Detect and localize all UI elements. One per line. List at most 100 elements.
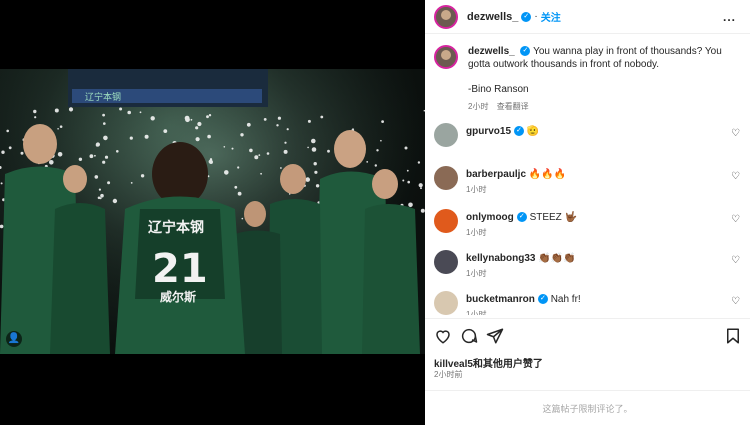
crowd-light	[59, 125, 63, 128]
share-icon[interactable]	[486, 327, 504, 345]
crowd-light	[140, 174, 145, 178]
caption-username[interactable]: dezwells_	[468, 46, 515, 57]
crowd-light	[258, 154, 261, 156]
verified-badge-icon: ✓	[514, 126, 525, 137]
comment-time: 1小时	[466, 310, 487, 315]
comment-username[interactable]: onlymoog	[466, 212, 514, 223]
post-caption: dezwells_ ✓ You wanna play in front of t…	[434, 45, 734, 113]
heart-icon[interactable]	[434, 327, 452, 345]
user-tag-icon[interactable]: 👤	[6, 331, 22, 347]
post-timestamp: 2小时前	[434, 370, 463, 379]
crowd-light	[98, 188, 101, 191]
see-translation-link[interactable]: 查看翻译	[497, 102, 529, 111]
crowd-light	[224, 170, 229, 175]
crowd-light	[33, 109, 37, 114]
verified-badge-icon: ✓	[520, 46, 531, 57]
crowd-light	[320, 115, 324, 119]
comment-username[interactable]: barberpauljc	[466, 169, 526, 180]
author-username[interactable]: dezwells_	[467, 11, 518, 23]
post-photo[interactable]: 辽宁本钢 辽宁本钢 21 威尔斯	[0, 69, 425, 354]
scoreboard-text: 辽宁本钢	[85, 91, 121, 103]
comment-avatar[interactable]	[434, 209, 458, 233]
crowd-light	[249, 148, 253, 153]
comment-username[interactable]: bucketmanron	[466, 294, 535, 305]
crowd-light	[260, 172, 262, 175]
crowd-light	[277, 116, 281, 120]
likes-summary[interactable]: killveal5和其他用户赞了	[434, 355, 543, 370]
verified-badge-icon: ✓	[537, 294, 548, 305]
crowd-light	[402, 179, 405, 182]
crowd-light	[208, 114, 212, 117]
crowd-light	[116, 150, 119, 153]
crowd-light	[103, 135, 108, 141]
crowd-light	[254, 155, 259, 160]
comment-avatar[interactable]	[434, 166, 458, 190]
crowd-light	[103, 122, 106, 125]
post-media: 辽宁本钢 辽宁本钢 21 威尔斯 👤	[0, 0, 425, 425]
crowd-light	[68, 107, 74, 112]
crowd-light	[100, 193, 104, 198]
comment-avatar[interactable]	[434, 123, 458, 147]
jersey-name-text: 威尔斯	[160, 289, 196, 304]
crowd-light	[366, 161, 369, 163]
action-bar	[425, 318, 750, 352]
crowd-light	[408, 202, 413, 208]
crowd-light	[266, 152, 270, 155]
heart-icon[interactable]: ♡	[731, 296, 740, 307]
crowd-light	[94, 175, 99, 179]
crowd-light	[240, 133, 244, 137]
comment-text: Nah fr!	[550, 294, 581, 305]
crowd-light	[381, 120, 384, 123]
heart-icon[interactable]: ♡	[731, 255, 740, 266]
caption-avatar[interactable]	[434, 45, 458, 69]
crowd-light	[95, 143, 99, 147]
comment-time: 1小时	[466, 228, 487, 237]
heart-icon[interactable]: ♡	[731, 128, 740, 139]
comment-username[interactable]: gpurvo15	[466, 126, 511, 137]
follow-button[interactable]: 关注	[541, 9, 561, 24]
crowd-light	[195, 126, 199, 130]
caption-time: 2小时	[468, 102, 489, 111]
comment-item: barberpauljc 🔥🔥🔥 1小时 ♡	[434, 166, 742, 202]
crowd-light	[404, 146, 408, 150]
comments-restricted-notice: 这篇帖子限制评论了。	[425, 390, 750, 425]
crowd-light	[234, 185, 238, 189]
crowd-light	[376, 149, 379, 152]
comment-item: gpurvo15 ✓ 🫡 ♡	[434, 123, 742, 159]
bookmark-icon[interactable]	[724, 327, 742, 345]
crowd-light	[237, 191, 242, 196]
crowd-light	[190, 118, 193, 121]
crowd-light	[223, 146, 226, 148]
heart-icon[interactable]: ♡	[731, 214, 740, 225]
crowd-light	[314, 170, 318, 174]
crowd-light	[102, 160, 106, 164]
comments-section[interactable]: dezwells_ ✓ You wanna play in front of t…	[425, 35, 750, 315]
comment-avatar[interactable]	[434, 250, 458, 274]
crowd-light	[284, 141, 287, 144]
crowd-light	[144, 134, 149, 139]
comment-username[interactable]: kellynabong33	[466, 253, 535, 264]
crowd-light	[209, 158, 213, 161]
likes-rest: 和其他用户赞了	[472, 359, 543, 370]
crowd-light	[107, 181, 111, 185]
crowd-light	[327, 149, 330, 153]
comment-avatar[interactable]	[434, 291, 458, 315]
crowd-light	[1, 150, 5, 154]
crowd-light	[197, 121, 202, 127]
crowd-light	[283, 149, 288, 154]
crowd-light	[102, 113, 105, 117]
crowd-light	[307, 119, 311, 123]
verified-badge-icon: ✓	[516, 212, 527, 223]
crowd-light	[209, 160, 213, 164]
crowd-light	[8, 146, 12, 150]
crowd-light	[280, 167, 282, 169]
crowd-light	[49, 160, 54, 165]
comment-text: 🔥🔥🔥	[528, 169, 567, 180]
crowd-light	[20, 151, 24, 155]
comment-icon[interactable]	[460, 327, 478, 345]
heart-icon[interactable]: ♡	[731, 171, 740, 182]
crowd-light	[417, 161, 421, 164]
crowd-light	[112, 198, 118, 204]
author-avatar[interactable]	[434, 4, 458, 29]
more-options-icon[interactable]: ...	[723, 10, 736, 24]
